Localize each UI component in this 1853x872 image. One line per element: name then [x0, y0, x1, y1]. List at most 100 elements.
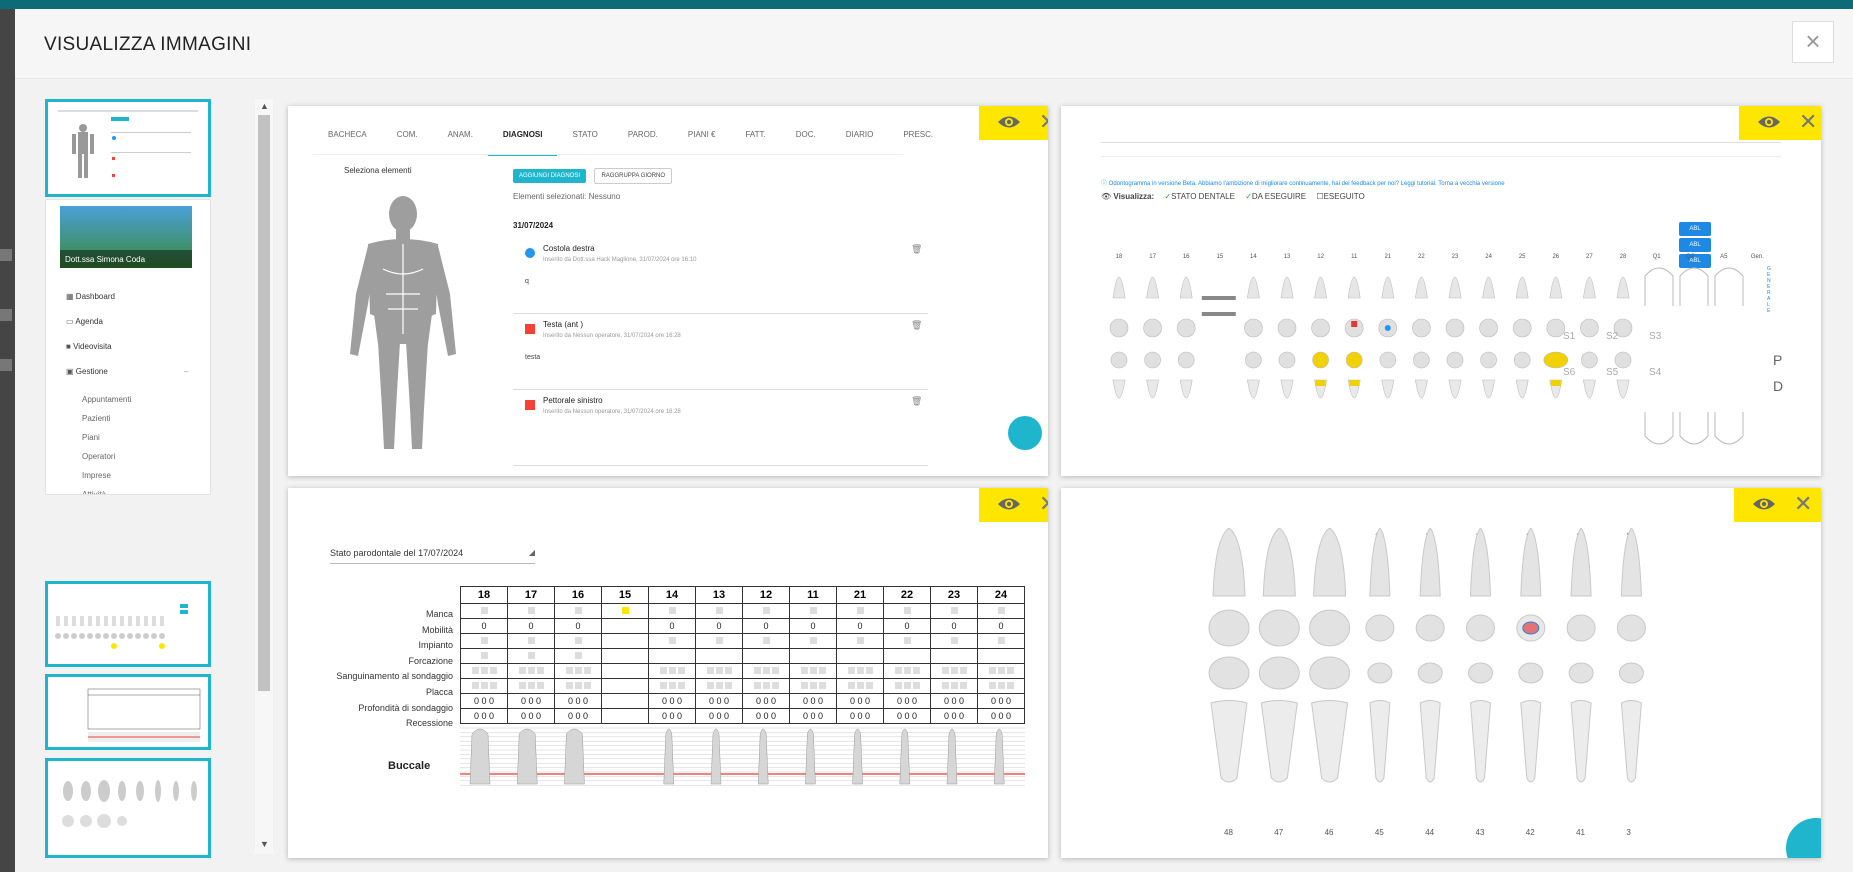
table-cell[interactable]: [789, 603, 837, 619]
table-cell[interactable]: [554, 633, 602, 649]
table-cell[interactable]: [930, 648, 978, 664]
table-cell[interactable]: [836, 633, 884, 649]
checkbox[interactable]: [471, 667, 479, 674]
table-cell[interactable]: 0 0 0: [507, 708, 555, 724]
close-button[interactable]: ×: [1792, 21, 1834, 63]
checkbox[interactable]: [950, 637, 958, 644]
table-cell[interactable]: [742, 603, 790, 619]
table-cell[interactable]: [977, 603, 1025, 619]
tab-4[interactable]: STATO: [557, 126, 612, 156]
add-diagnosis-button[interactable]: AGGIUNGI DIAGNOSI: [513, 169, 587, 183]
checkbox[interactable]: [988, 682, 996, 689]
tooth-21[interactable]: [1378, 276, 1398, 399]
chat-bubble-icon[interactable]: [1786, 818, 1821, 858]
table-cell[interactable]: [977, 633, 1025, 649]
table-cell[interactable]: [460, 633, 508, 649]
checkbox[interactable]: [809, 637, 817, 644]
table-cell[interactable]: 0: [460, 618, 508, 634]
tab-5[interactable]: PAROD.: [613, 126, 673, 156]
checkbox[interactable]: [988, 667, 996, 674]
checkbox[interactable]: [856, 637, 864, 644]
table-cell[interactable]: 0 0 0: [930, 693, 978, 709]
checkbox[interactable]: [997, 667, 1005, 674]
table-cell[interactable]: [648, 603, 696, 619]
tooth-11[interactable]: [1344, 276, 1364, 399]
table-cell[interactable]: [648, 633, 696, 649]
table-cell[interactable]: 0: [554, 618, 602, 634]
table-cell[interactable]: 0 0 0: [836, 693, 884, 709]
checkbox[interactable]: [903, 607, 911, 614]
checkbox[interactable]: [903, 667, 911, 674]
eye-icon[interactable]: [997, 495, 1021, 513]
checkbox[interactable]: [574, 652, 582, 659]
checkbox[interactable]: [527, 682, 535, 689]
table-cell[interactable]: [695, 663, 743, 679]
checkbox[interactable]: [753, 682, 761, 689]
scroll-up-arrow-icon[interactable]: ▲: [260, 101, 269, 111]
checkbox[interactable]: [800, 682, 808, 689]
checkbox[interactable]: [583, 667, 591, 674]
checkbox[interactable]: [950, 607, 958, 614]
table-cell[interactable]: [601, 633, 649, 649]
checkbox[interactable]: [771, 682, 779, 689]
thumbnail-odontogramma[interactable]: [45, 581, 211, 667]
table-cell[interactable]: 0: [977, 618, 1025, 634]
tab-8[interactable]: DOC.: [781, 126, 831, 156]
table-cell[interactable]: [883, 648, 931, 664]
table-cell[interactable]: [695, 603, 743, 619]
checkbox[interactable]: [997, 682, 1005, 689]
tooth-25[interactable]: [1512, 276, 1532, 399]
checkbox[interactable]: [865, 667, 873, 674]
checkbox[interactable]: [518, 667, 526, 674]
thumbnail-parodontale[interactable]: [45, 674, 211, 750]
table-cell[interactable]: [507, 603, 555, 619]
checkbox[interactable]: [950, 682, 958, 689]
checkbox[interactable]: [771, 667, 779, 674]
checkbox[interactable]: [527, 652, 535, 659]
option-stato-dentale[interactable]: STATO DENTALE: [1171, 192, 1235, 201]
table-cell[interactable]: 0 0 0: [883, 708, 931, 724]
tab-10[interactable]: PRESC.: [888, 126, 948, 156]
table-cell[interactable]: [883, 633, 931, 649]
table-cell[interactable]: 0: [648, 618, 696, 634]
table-cell[interactable]: 0 0 0: [554, 708, 602, 724]
table-cell[interactable]: 0 0 0: [648, 693, 696, 709]
table-cell[interactable]: 0 0 0: [977, 708, 1025, 724]
periodontal-date-select[interactable]: Stato parodontale del 17/07/2024 ◢: [330, 548, 535, 564]
body-diagram[interactable]: [338, 194, 468, 454]
table-cell[interactable]: 0 0 0: [460, 708, 508, 724]
table-cell[interactable]: [789, 678, 837, 694]
table-cell[interactable]: [507, 663, 555, 679]
checkbox[interactable]: [941, 667, 949, 674]
eye-icon[interactable]: [1752, 495, 1776, 513]
table-cell[interactable]: [883, 663, 931, 679]
tooth-13[interactable]: [1277, 276, 1297, 399]
checkbox[interactable]: [903, 637, 911, 644]
table-cell[interactable]: [648, 663, 696, 679]
checkbox[interactable]: [489, 667, 497, 674]
thumbnail-diagnosi[interactable]: [45, 99, 211, 197]
checkbox[interactable]: [959, 682, 967, 689]
table-cell[interactable]: 0 0 0: [695, 693, 743, 709]
table-cell[interactable]: [648, 678, 696, 694]
thumbnail-menu[interactable]: Dott.ssa Simona Coda ▦ Dashboard ▭ Agend…: [45, 199, 211, 495]
checkbox[interactable]: [715, 667, 723, 674]
checkbox[interactable]: [762, 667, 770, 674]
table-cell[interactable]: [977, 648, 1025, 664]
checkbox[interactable]: [621, 607, 629, 614]
table-cell[interactable]: [507, 633, 555, 649]
tab-1[interactable]: COM.: [382, 126, 433, 156]
table-cell[interactable]: 0: [789, 618, 837, 634]
tooth-23[interactable]: [1445, 276, 1465, 399]
checkbox[interactable]: [941, 682, 949, 689]
checkbox[interactable]: [527, 667, 535, 674]
checkbox[interactable]: [489, 682, 497, 689]
checkbox[interactable]: [518, 682, 526, 689]
checkbox[interactable]: [912, 667, 920, 674]
table-cell[interactable]: [554, 678, 602, 694]
checkbox[interactable]: [527, 607, 535, 614]
checkbox[interactable]: [912, 682, 920, 689]
tab-9[interactable]: DIARIO: [831, 126, 889, 156]
checkbox[interactable]: [565, 667, 573, 674]
table-cell[interactable]: 0 0 0: [789, 693, 837, 709]
